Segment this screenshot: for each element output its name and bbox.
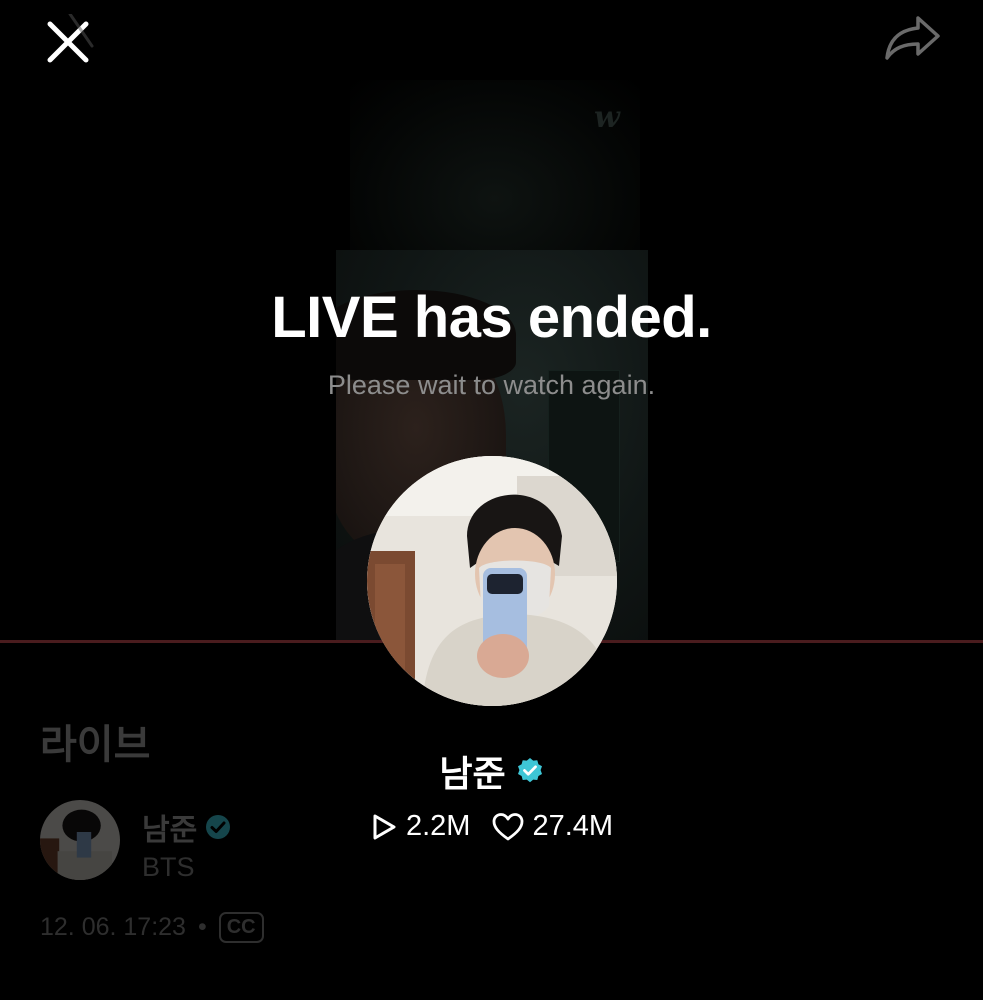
like-count-value: 27.4M xyxy=(532,810,614,842)
close-icon xyxy=(47,12,94,63)
play-icon xyxy=(373,814,396,839)
heart-icon xyxy=(493,812,524,840)
artist-group: BTS xyxy=(142,852,195,882)
weverse-watermark: w xyxy=(594,100,620,135)
like-count: 27.4M xyxy=(492,810,613,843)
play-count: 2.2M xyxy=(370,810,470,843)
verified-badge-icon xyxy=(517,758,542,783)
close-button[interactable] xyxy=(40,12,96,70)
live-ended-subtitle: Please wait to watch again. xyxy=(327,370,656,400)
profile-photo xyxy=(367,456,617,706)
play-count-value: 2.2M xyxy=(405,810,471,842)
share-button[interactable] xyxy=(882,8,944,64)
profile-name: 남준 xyxy=(439,754,506,795)
profile-avatar[interactable] xyxy=(367,456,617,706)
cc-badge: CC xyxy=(218,912,264,943)
live-meta-row: 12. 06. 17:23 • CC xyxy=(40,912,264,943)
meta-separator: • xyxy=(197,913,207,941)
share-icon xyxy=(885,16,940,60)
live-ended-title: LIVE has ended. xyxy=(271,285,712,350)
profile-stats: 2.2M 27.4M xyxy=(0,810,983,843)
live-date: 12. 06. 17:23 xyxy=(40,913,186,941)
profile-name-row[interactable]: 남준 xyxy=(0,745,983,797)
